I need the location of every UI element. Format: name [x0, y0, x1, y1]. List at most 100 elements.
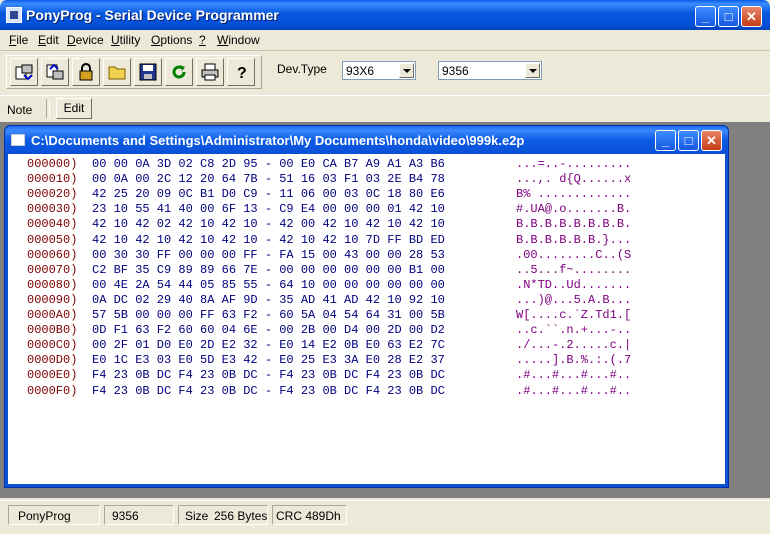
- status-app-name: PonyProg: [18, 509, 71, 523]
- note-bar: Note Edit: [0, 95, 770, 122]
- hex-bytes: 23 10 55 41 40 00 6F 13 - C9 E4 00 00 00…: [92, 202, 445, 217]
- reload-button[interactable]: [165, 58, 193, 86]
- hex-ascii: ...)@...5.A.B...: [516, 292, 632, 307]
- hex-bytes: 00 00 0A 3D 02 C8 2D 95 - 00 E0 CA B7 A9…: [92, 157, 445, 171]
- help-icon: ?: [237, 65, 247, 81]
- write-device-button[interactable]: [41, 58, 69, 86]
- hex-ascii: .N*TD..Ud.......: [516, 277, 632, 292]
- open-folder-icon: [108, 66, 126, 80]
- app-icon[interactable]: [6, 7, 22, 23]
- hex-bytes: F4 23 0B DC F4 23 0B DC - F4 23 0B DC F4…: [92, 383, 445, 398]
- print-icon: [201, 63, 219, 81]
- open-file-button[interactable]: [103, 58, 131, 86]
- hex-address: 0000C0): [27, 338, 78, 353]
- hex-ascii: .....].B.%.:.(.7: [516, 353, 632, 368]
- hex-ascii: ..c.``.n.+...-..: [516, 323, 632, 338]
- lock-button[interactable]: [72, 58, 100, 86]
- hex-address: 000000): [27, 157, 78, 171]
- buffer-minimize-button[interactable]: _: [655, 130, 676, 151]
- read-device-icon: [15, 64, 33, 81]
- hex-bytes: 0A DC 02 29 40 8A AF 9D - 35 AD 41 AD 42…: [92, 292, 445, 307]
- hex-address: 000060): [27, 247, 78, 262]
- hex-bytes: 42 10 42 02 42 10 42 10 - 42 00 42 10 42…: [92, 217, 445, 232]
- help-button[interactable]: ?: [227, 58, 255, 86]
- chevron-down-icon[interactable]: [399, 63, 414, 78]
- hex-ascii: .#...#...#...#..: [516, 383, 632, 398]
- buffer-close-button[interactable]: ✕: [701, 130, 722, 151]
- hex-address: 000050): [27, 232, 78, 247]
- device-type-select[interactable]: 9356: [438, 61, 542, 80]
- hex-bytes: 0D F1 63 F2 60 60 04 6E - 00 2B 00 D4 00…: [92, 323, 445, 338]
- hex-bytes: 00 30 30 FF 00 00 00 FF - FA 15 00 43 00…: [92, 247, 445, 262]
- menu-options[interactable]: Options: [151, 33, 192, 47]
- toolbar: ? Dev.Type 93X6 9356: [0, 51, 770, 93]
- status-bar: PonyProg 9356 Size 256 Bytes CRC 489Dh: [0, 500, 770, 534]
- status-size-label: Size: [185, 509, 209, 523]
- hex-address: 0000E0): [27, 368, 78, 383]
- status-device: 9356: [112, 509, 139, 523]
- menu-device[interactable]: Device: [67, 33, 104, 47]
- hex-ascii: ...,. d{Q......x: [516, 172, 632, 187]
- close-icon: ✕: [746, 9, 757, 24]
- buffer-title-bar[interactable]: C:\Documents and Settings\Administrator\…: [5, 126, 728, 154]
- maximize-icon: □: [684, 133, 693, 148]
- hex-editor[interactable]: 000000) 00 00 0A 3D 02 C8 2D 95 - 00 E0 C…: [8, 154, 725, 484]
- hex-ascii: #.UA@.o.......B.: [516, 202, 632, 217]
- menu-bar: File Edit Device Utility Options ? Windo…: [0, 30, 770, 51]
- hex-bytes: C2 BF 35 C9 89 89 66 7E - 00 00 00 00 00…: [92, 262, 445, 277]
- note-separator: [46, 99, 50, 118]
- menu-window[interactable]: Window: [217, 33, 260, 47]
- title-bar[interactable]: PonyProg - Serial Device Programmer _ □ …: [0, 0, 770, 30]
- hex-ascii: B.B.B.B.B.B.B.B.: [516, 217, 632, 232]
- hex-address: 000040): [27, 217, 78, 232]
- hex-bytes: 42 10 42 10 42 10 42 10 - 42 10 42 10 7D…: [92, 232, 445, 247]
- minimize-icon: _: [661, 133, 670, 148]
- hex-address: 000080): [27, 277, 78, 292]
- menu-edit[interactable]: Edit: [38, 33, 59, 47]
- hex-address: 000020): [27, 187, 78, 202]
- hex-bytes: 00 4E 2A 54 44 05 85 55 - 64 10 00 00 00…: [92, 277, 445, 292]
- menu-file[interactable]: File: [9, 33, 28, 47]
- menu-utility[interactable]: Utility: [111, 33, 140, 47]
- status-crc: CRC 489Dh: [276, 509, 341, 523]
- hex-ascii: B% .............: [516, 187, 632, 202]
- hex-address: 000070): [27, 262, 78, 277]
- buffer-maximize-button[interactable]: □: [678, 130, 699, 151]
- read-device-button[interactable]: [10, 58, 38, 86]
- hex-ascii: ..5...f~........: [516, 262, 632, 277]
- hex-bytes: 00 0A 00 2C 12 20 64 7B - 51 16 03 F1 03…: [92, 172, 445, 187]
- buffer-title: C:\Documents and Settings\Administrator\…: [31, 133, 525, 148]
- hex-address: 0000F0): [27, 383, 78, 398]
- save-disk-icon: [139, 63, 157, 81]
- minimize-button[interactable]: _: [695, 6, 716, 27]
- hex-address: 0000B0): [27, 323, 78, 338]
- hex-bytes: 57 5B 00 00 00 FF 63 F2 - 60 5A 04 54 64…: [92, 308, 445, 322]
- maximize-button[interactable]: □: [718, 6, 739, 27]
- lock-icon: [79, 63, 93, 81]
- reload-icon: [172, 65, 186, 79]
- hex-ascii: ./...-.2.....c.|: [516, 338, 632, 353]
- device-family-select[interactable]: 93X6: [342, 61, 416, 80]
- hex-ascii: ...=..-.........: [516, 157, 632, 171]
- menu-help[interactable]: ?: [199, 33, 206, 47]
- maximize-icon: □: [724, 9, 733, 24]
- window-title: PonyProg - Serial Device Programmer: [26, 7, 279, 23]
- hex-bytes: E0 1C E3 03 E0 5D E3 42 - E0 25 E3 3A E0…: [92, 353, 445, 368]
- note-label: Note: [7, 103, 33, 117]
- hex-ascii: .#...#...#...#..: [516, 368, 632, 383]
- buffer-window: C:\Documents and Settings\Administrator\…: [4, 125, 729, 488]
- close-button[interactable]: ✕: [741, 6, 762, 27]
- hex-address: 000090): [27, 292, 78, 307]
- document-icon[interactable]: [11, 134, 25, 146]
- hex-ascii: .00........C..(S: [516, 247, 632, 262]
- save-file-button[interactable]: [134, 58, 162, 86]
- main-window: PonyProg - Serial Device Programmer _ □ …: [0, 0, 770, 533]
- print-button[interactable]: [196, 58, 224, 86]
- dev-type-label: Dev.Type: [277, 62, 327, 76]
- write-device-icon: [46, 63, 64, 80]
- device-type-value: 9356: [442, 64, 469, 78]
- chevron-down-icon[interactable]: [525, 63, 540, 78]
- status-size-value: 256 Bytes: [214, 509, 268, 523]
- edit-note-button[interactable]: Edit: [56, 98, 92, 119]
- hex-bytes: 42 25 20 09 0C B1 D0 C9 - 11 06 00 03 0C…: [92, 187, 445, 202]
